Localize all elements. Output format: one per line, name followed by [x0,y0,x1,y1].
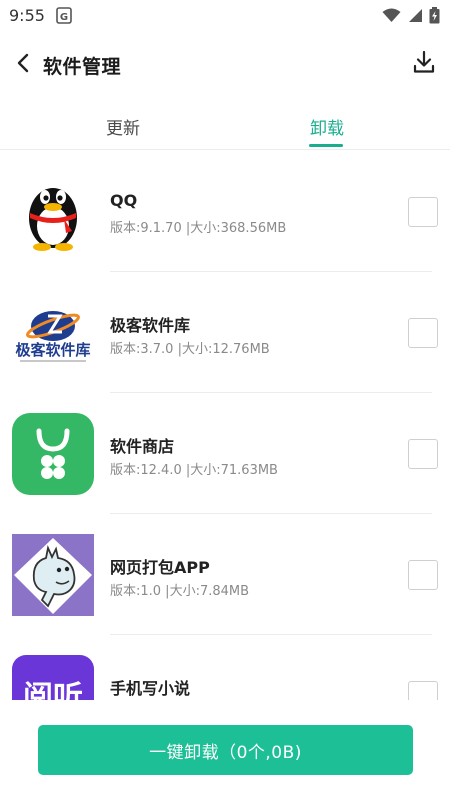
download-button[interactable] [410,50,438,78]
app-name: 软件商店 [110,437,175,456]
app-checkbox[interactable] [408,318,438,348]
svg-text:阅听: 阅听 [23,680,83,700]
app-header: 软件管理 [0,40,450,92]
app-checkbox[interactable] [408,439,438,469]
svg-text:G: G [60,12,68,23]
svg-text:极客软件库: 极客软件库 [15,341,90,359]
tab-bar: 更新 卸载 [0,106,450,150]
list-item[interactable]: 软件商店 版本:12.4.0 |大小:71.63MB [0,393,450,514]
app-name: 手机写小说 [110,679,191,698]
tab-update[interactable]: 更新 [106,114,140,139]
app-version-size: 版本:9.1.70 |大小:368.56MB [110,221,287,236]
app-notification-icon: G [56,7,72,24]
status-time: 9:55 [9,6,45,25]
tab-uninstall[interactable]: 卸载 [310,114,344,139]
page-title: 软件管理 [43,56,122,78]
geek-library-logo-icon: 极客软件库 [12,292,94,374]
app-checkbox[interactable] [408,197,438,227]
battery-icon [429,7,440,28]
one-click-uninstall-button[interactable]: 一键卸载（0个,0B) [38,725,413,775]
list-item[interactable]: 阅听 手机写小说 [0,635,450,700]
list-item[interactable]: 极客软件库 极客软件库 版本:3.7.0 |大小:12.76MB [0,272,450,393]
chevron-left-icon [16,53,30,77]
signal-icon [407,8,423,27]
app-name: 极客软件库 [110,316,191,335]
app-version-size: 版本:3.7.0 |大小:12.76MB [110,342,270,357]
app-list: QQ 版本:9.1.70 |大小:368.56MB 极客软件库 极客软件库 版本… [0,151,450,700]
app-version-size: 版本:12.4.0 |大小:71.63MB [110,463,278,478]
status-icons [382,7,440,28]
app-version-size: 版本:1.0 |大小:7.84MB [110,584,250,599]
list-item[interactable]: QQ 版本:9.1.70 |大小:368.56MB [0,151,450,272]
novel-writer-icon: 阅听 [12,655,94,700]
app-name: 网页打包APP [110,558,210,577]
app-name: QQ [110,191,138,210]
software-store-bag-icon [12,413,94,495]
app-checkbox[interactable] [408,681,438,700]
download-icon [413,50,435,78]
web-packager-moomin-icon [12,534,94,616]
wifi-icon [382,8,401,27]
qq-penguin-icon [12,171,94,253]
back-button[interactable] [10,52,36,78]
status-bar: 9:55 G [0,0,450,32]
bottom-action-bar: 一键卸载（0个,0B) [0,700,450,800]
list-item[interactable]: 网页打包APP 版本:1.0 |大小:7.84MB [0,514,450,635]
app-checkbox[interactable] [408,560,438,590]
active-tab-indicator [309,144,343,147]
